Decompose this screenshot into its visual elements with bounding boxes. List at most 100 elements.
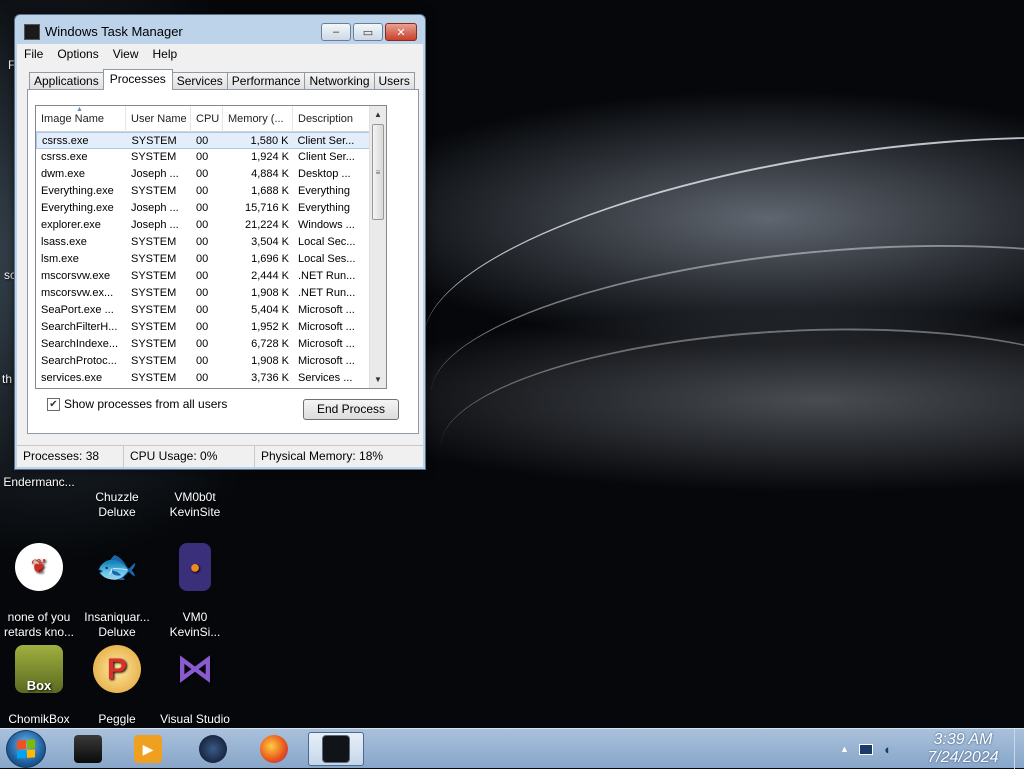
column-user-name[interactable]: User Name	[126, 106, 191, 132]
desktop-icon[interactable]: VM0b0t KevinSite	[156, 475, 234, 535]
taskbar-firefox[interactable]	[246, 732, 302, 766]
tab-performance[interactable]: Performance	[226, 72, 306, 90]
desktop-icon[interactable]: Box ChomikBox	[0, 630, 78, 728]
goldfish-icon: 🐟	[95, 547, 139, 586]
menu-options[interactable]: Options	[50, 47, 105, 61]
media-player-icon: ▶	[134, 735, 162, 763]
cell-memory: 3,736 K	[251, 372, 289, 384]
table-row[interactable]: mscorsvw.exe SYSTEM 00 2,444 K .NET Run...	[36, 268, 370, 285]
task-manager-icon	[24, 24, 40, 40]
cell-memory: 1,580 K	[250, 135, 289, 147]
task-manager-icon	[322, 735, 350, 763]
tab-processes[interactable]: Processes	[102, 69, 173, 90]
cell-memory: 2,444 K	[251, 270, 289, 282]
process-list[interactable]: ▲ Image Name User Name CPU Memory (... D…	[35, 105, 387, 389]
scroll-up-icon[interactable]: ▲	[370, 106, 386, 123]
column-image-name[interactable]: ▲ Image Name	[36, 106, 126, 132]
system-tray: ▲ ◖	[840, 735, 891, 763]
title-bar[interactable]: Windows Task Manager – ▭ ✕	[15, 15, 425, 47]
table-row[interactable]: dwm.exe Joseph ... 00 4,884 K Desktop ...	[36, 166, 370, 183]
desktop-icon[interactable]: Chuzzle Deluxe	[78, 475, 156, 535]
cell-cpu: 00	[196, 151, 209, 163]
browser-globe-icon	[199, 735, 227, 763]
cell-description: Everything	[298, 185, 350, 197]
clock-date: 7/24/2024	[927, 749, 999, 766]
cell-image-name: dwm.exe	[41, 168, 86, 180]
table-row[interactable]: SearchProtoc... SYSTEM 00 1,908 K Microsoft …	[36, 353, 370, 370]
tab-applications[interactable]: Applications	[29, 72, 104, 90]
cell-image-name: services.exe	[41, 372, 103, 384]
column-memory[interactable]: Memory (...	[223, 106, 293, 132]
desktop-icon[interactable]: P Peggle Deluxe	[78, 630, 156, 728]
table-row[interactable]: Everything.exe Joseph ... 00 15,716 K Everyt…	[36, 200, 370, 217]
red-dragon-icon: ❦	[15, 543, 63, 591]
table-row[interactable]: explorer.exe Joseph ... 00 21,224 K Windows …	[36, 217, 370, 234]
cell-cpu: 00	[196, 236, 209, 248]
volume-icon[interactable]: ◖	[883, 742, 891, 757]
close-button[interactable]: ✕	[385, 23, 417, 41]
cell-description: Windows ...	[298, 219, 355, 231]
table-row[interactable]: lsm.exe SYSTEM 00 1,696 K Local Ses...	[36, 251, 370, 268]
menu-file[interactable]: File	[17, 47, 50, 61]
cell-description: Everything	[298, 202, 350, 214]
scroll-thumb[interactable]: ≡	[372, 124, 384, 220]
task-manager-window[interactable]: Windows Task Manager – ▭ ✕ File Options …	[14, 14, 426, 470]
tab-networking[interactable]: Networking	[304, 72, 375, 90]
cell-user-name: SYSTEM	[131, 338, 177, 350]
taskbar-browser[interactable]	[185, 732, 241, 766]
end-process-button[interactable]: End Process	[303, 399, 399, 420]
column-cpu[interactable]: CPU	[191, 106, 223, 132]
clock-time: 3:39 AM	[933, 731, 993, 748]
table-row[interactable]: csrss.exe SYSTEM 00 1,924 K Client Ser...	[36, 149, 370, 166]
taskbar-task-manager[interactable]	[308, 732, 364, 766]
cell-description: .NET Run...	[298, 287, 356, 299]
start-button[interactable]	[6, 730, 46, 768]
cell-user-name: SYSTEM	[131, 236, 177, 248]
vertical-scrollbar[interactable]: ▲ ≡ ▼	[369, 106, 386, 388]
cell-user-name: SYSTEM	[131, 304, 177, 316]
desktop-icon[interactable]: Endermanc...	[0, 475, 78, 490]
cell-user-name: SYSTEM	[131, 355, 177, 367]
cell-user-name: SYSTEM	[131, 185, 177, 197]
cell-description: Local Ses...	[298, 253, 356, 265]
cell-image-name: csrss.exe	[42, 135, 89, 147]
network-icon[interactable]	[858, 743, 873, 755]
desktop-edge-label: th	[2, 372, 13, 386]
taskbar-media-player[interactable]: ▶	[120, 732, 176, 766]
table-row[interactable]: SearchIndexe... SYSTEM 00 6,728 K Microsoft …	[36, 336, 370, 353]
cell-image-name: mscorsvw.ex...	[41, 287, 114, 299]
cell-memory: 1,908 K	[251, 287, 289, 299]
show-all-users-checkbox[interactable]: ✔ Show processes from all users	[47, 397, 227, 411]
maximize-button[interactable]: ▭	[353, 23, 383, 41]
desktop-icon-label: Peggle Deluxe	[98, 712, 136, 728]
cell-user-name: SYSTEM	[131, 287, 177, 299]
cell-description: Microsoft ...	[298, 338, 355, 350]
table-row[interactable]: mscorsvw.ex... SYSTEM 00 1,908 K .NET Run...	[36, 285, 370, 302]
table-row[interactable]: csrss.exe SYSTEM 00 1,580 K Client Ser...	[36, 132, 370, 149]
tab-services[interactable]: Services	[171, 72, 228, 90]
cell-description: Client Ser...	[297, 135, 355, 147]
tab-users[interactable]: Users	[373, 72, 415, 90]
cell-user-name: SYSTEM	[131, 372, 177, 384]
table-row[interactable]: Everything.exe SYSTEM 00 1,688 K Everything	[36, 183, 370, 200]
show-desktop-button[interactable]	[1014, 729, 1024, 769]
column-description[interactable]: Description	[293, 106, 370, 132]
cell-description: Microsoft ...	[298, 355, 355, 367]
taskbar-clock[interactable]: 3:39 AM 7/24/2024	[920, 731, 1006, 767]
desktop-icon[interactable]: ⋈ Visual Studio 2015	[156, 630, 234, 729]
scroll-down-icon[interactable]: ▼	[370, 371, 386, 388]
cell-image-name: SearchProtoc...	[41, 355, 117, 367]
show-all-users-label: Show processes from all users	[64, 397, 228, 411]
cell-memory: 4,884 K	[251, 168, 289, 180]
tray-expand-icon[interactable]: ▲	[840, 744, 849, 754]
taskbar-terminal[interactable]	[60, 732, 116, 766]
menu-view[interactable]: View	[106, 47, 146, 61]
table-row[interactable]: SearchFilterH... SYSTEM 00 1,952 K Microsoft…	[36, 319, 370, 336]
table-row[interactable]: SeaPort.exe ... SYSTEM 00 5,404 K Microsoft …	[36, 302, 370, 319]
minimize-button[interactable]: –	[321, 23, 351, 41]
table-row[interactable]: services.exe SYSTEM 00 3,736 K Services ...	[36, 370, 370, 387]
firefox-file-icon: ●	[179, 543, 211, 591]
table-row[interactable]: lsass.exe SYSTEM 00 3,504 K Local Sec...	[36, 234, 370, 251]
menu-help[interactable]: Help	[146, 47, 185, 61]
cell-description: Services ...	[298, 372, 353, 384]
